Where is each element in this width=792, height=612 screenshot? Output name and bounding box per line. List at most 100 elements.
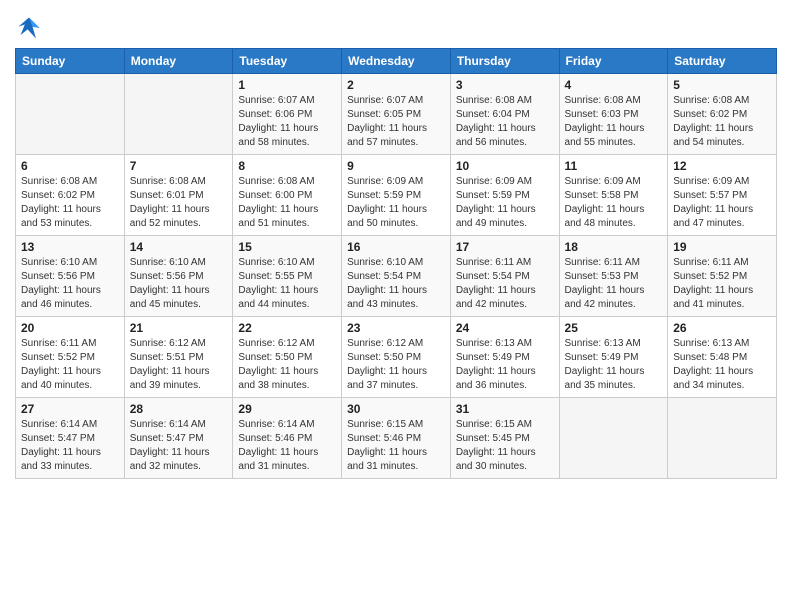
calendar-cell: 18Sunrise: 6:11 AM Sunset: 5:53 PM Dayli… [559,236,668,317]
calendar-cell: 9Sunrise: 6:09 AM Sunset: 5:59 PM Daylig… [342,155,451,236]
day-info: Sunrise: 6:11 AM Sunset: 5:52 PM Dayligh… [673,256,771,312]
calendar-cell: 10 Sunrise: 6:09 AM Sunset: 5:59 PM Dayli… [450,155,559,236]
day-info: Sunrise: 6:07 AM Sunset: 6:06 PM Dayligh… [238,94,336,150]
day-number: 3 [456,78,554,92]
weekday-header-monday: Monday [124,49,233,74]
calendar-cell: 11Sunrise: 6:09 AM Sunset: 5:58 PM Dayli… [559,155,668,236]
calendar-cell: 3 Sunrise: 6:08 AM Sunset: 6:04 PM Daylig… [450,74,559,155]
calendar-cell: 28 Sunrise: 6:14 AM Sunset: 5:47 PM Dayli… [124,398,233,479]
day-info: Sunrise: 6:09 AM Sunset: 5:59 PM Dayligh… [456,175,554,231]
day-info: Sunrise: 6:08 AM Sunset: 6:02 PM Dayligh… [673,94,771,150]
day-info: Sunrise: 6:11 AM Sunset: 5:54 PM Dayligh… [456,256,554,312]
day-info: Sunrise: 6:14 AM Sunset: 5:47 PM Dayligh… [130,418,228,474]
logo-icon [15,14,43,42]
day-number: 18 [565,240,663,254]
calendar-cell: 7Sunrise: 6:08 AM Sunset: 6:01 PM Daylig… [124,155,233,236]
calendar-cell: 5 Sunrise: 6:08 AM Sunset: 6:02 PM Daylig… [668,74,777,155]
day-number: 2 [347,78,445,92]
day-number: 25 [565,321,663,335]
day-number: 4 [565,78,663,92]
day-number: 7 [130,159,228,173]
day-number: 1 [238,78,336,92]
week-row-0: 1 Sunrise: 6:07 AM Sunset: 6:06 PM Daylig… [16,74,777,155]
calendar-cell: 14Sunrise: 6:10 AM Sunset: 5:56 PM Dayli… [124,236,233,317]
calendar-cell: 22 Sunrise: 6:12 AM Sunset: 5:50 PM Dayli… [233,317,342,398]
day-info: Sunrise: 6:10 AM Sunset: 5:56 PM Dayligh… [21,256,119,312]
weekday-header-saturday: Saturday [668,49,777,74]
calendar-cell: 31Sunrise: 6:15 AM Sunset: 5:45 PM Dayli… [450,398,559,479]
calendar-cell: 29 Sunrise: 6:14 AM Sunset: 5:46 PM Dayli… [233,398,342,479]
day-number: 12 [673,159,771,173]
day-number: 27 [21,402,119,416]
day-number: 26 [673,321,771,335]
day-info: Sunrise: 6:09 AM Sunset: 5:57 PM Dayligh… [673,175,771,231]
day-number: 8 [238,159,336,173]
day-info: Sunrise: 6:13 AM Sunset: 5:48 PM Dayligh… [673,337,771,393]
calendar-cell [668,398,777,479]
calendar-cell [16,74,125,155]
calendar-cell: 4 Sunrise: 6:08 AM Sunset: 6:03 PM Daylig… [559,74,668,155]
day-info: Sunrise: 6:08 AM Sunset: 6:04 PM Dayligh… [456,94,554,150]
weekday-header-row: SundayMondayTuesdayWednesdayThursdayFrid… [16,49,777,74]
day-info: Sunrise: 6:11 AM Sunset: 5:52 PM Dayligh… [21,337,119,393]
day-number: 20 [21,321,119,335]
day-number: 29 [238,402,336,416]
day-info: Sunrise: 6:08 AM Sunset: 6:03 PM Dayligh… [565,94,663,150]
day-info: Sunrise: 6:12 AM Sunset: 5:50 PM Dayligh… [347,337,445,393]
day-number: 19 [673,240,771,254]
day-number: 21 [130,321,228,335]
calendar-cell: 21 Sunrise: 6:12 AM Sunset: 5:51 PM Dayli… [124,317,233,398]
header [15,10,777,42]
day-info: Sunrise: 6:10 AM Sunset: 5:56 PM Dayligh… [130,256,228,312]
calendar-cell [559,398,668,479]
day-info: Sunrise: 6:08 AM Sunset: 6:00 PM Dayligh… [238,175,336,231]
weekday-header-wednesday: Wednesday [342,49,451,74]
week-row-4: 27 Sunrise: 6:14 AM Sunset: 5:47 PM Dayli… [16,398,777,479]
day-info: Sunrise: 6:10 AM Sunset: 5:55 PM Dayligh… [238,256,336,312]
day-number: 23 [347,321,445,335]
day-info: Sunrise: 6:12 AM Sunset: 5:50 PM Dayligh… [238,337,336,393]
day-number: 24 [456,321,554,335]
calendar-cell: 6Sunrise: 6:08 AM Sunset: 6:02 PM Daylig… [16,155,125,236]
calendar-cell: 13 Sunrise: 6:10 AM Sunset: 5:56 PM Dayli… [16,236,125,317]
day-info: Sunrise: 6:13 AM Sunset: 5:49 PM Dayligh… [565,337,663,393]
day-info: Sunrise: 6:12 AM Sunset: 5:51 PM Dayligh… [130,337,228,393]
calendar-cell: 24 Sunrise: 6:13 AM Sunset: 5:49 PM Dayli… [450,317,559,398]
calendar-cell [124,74,233,155]
calendar-cell: 16 Sunrise: 6:10 AM Sunset: 5:54 PM Dayli… [342,236,451,317]
day-info: Sunrise: 6:15 AM Sunset: 5:46 PM Dayligh… [347,418,445,474]
calendar-cell: 20 Sunrise: 6:11 AM Sunset: 5:52 PM Dayli… [16,317,125,398]
day-info: Sunrise: 6:13 AM Sunset: 5:49 PM Dayligh… [456,337,554,393]
day-number: 17 [456,240,554,254]
calendar-cell: 15 Sunrise: 6:10 AM Sunset: 5:55 PM Dayli… [233,236,342,317]
day-info: Sunrise: 6:15 AM Sunset: 5:45 PM Dayligh… [456,418,554,474]
calendar-cell: 12 Sunrise: 6:09 AM Sunset: 5:57 PM Dayli… [668,155,777,236]
day-info: Sunrise: 6:10 AM Sunset: 5:54 PM Dayligh… [347,256,445,312]
calendar: SundayMondayTuesdayWednesdayThursdayFrid… [15,48,777,479]
day-number: 13 [21,240,119,254]
day-number: 15 [238,240,336,254]
calendar-cell: 25 Sunrise: 6:13 AM Sunset: 5:49 PM Dayli… [559,317,668,398]
week-row-3: 20 Sunrise: 6:11 AM Sunset: 5:52 PM Dayli… [16,317,777,398]
day-number: 10 [456,159,554,173]
day-info: Sunrise: 6:14 AM Sunset: 5:46 PM Dayligh… [238,418,336,474]
day-number: 30 [347,402,445,416]
day-number: 11 [565,159,663,173]
calendar-cell: 8 Sunrise: 6:08 AM Sunset: 6:00 PM Daylig… [233,155,342,236]
day-info: Sunrise: 6:14 AM Sunset: 5:47 PM Dayligh… [21,418,119,474]
day-number: 28 [130,402,228,416]
day-number: 16 [347,240,445,254]
day-info: Sunrise: 6:08 AM Sunset: 6:02 PM Dayligh… [21,175,119,231]
week-row-1: 6Sunrise: 6:08 AM Sunset: 6:02 PM Daylig… [16,155,777,236]
calendar-cell: 26 Sunrise: 6:13 AM Sunset: 5:48 PM Dayli… [668,317,777,398]
calendar-cell: 17 Sunrise: 6:11 AM Sunset: 5:54 PM Dayli… [450,236,559,317]
calendar-cell: 23 Sunrise: 6:12 AM Sunset: 5:50 PM Dayli… [342,317,451,398]
calendar-cell: 30 Sunrise: 6:15 AM Sunset: 5:46 PM Dayli… [342,398,451,479]
calendar-cell: 27 Sunrise: 6:14 AM Sunset: 5:47 PM Dayli… [16,398,125,479]
day-number: 5 [673,78,771,92]
week-row-2: 13 Sunrise: 6:10 AM Sunset: 5:56 PM Dayli… [16,236,777,317]
logo [15,14,47,42]
weekday-header-sunday: Sunday [16,49,125,74]
day-info: Sunrise: 6:07 AM Sunset: 6:05 PM Dayligh… [347,94,445,150]
day-number: 22 [238,321,336,335]
